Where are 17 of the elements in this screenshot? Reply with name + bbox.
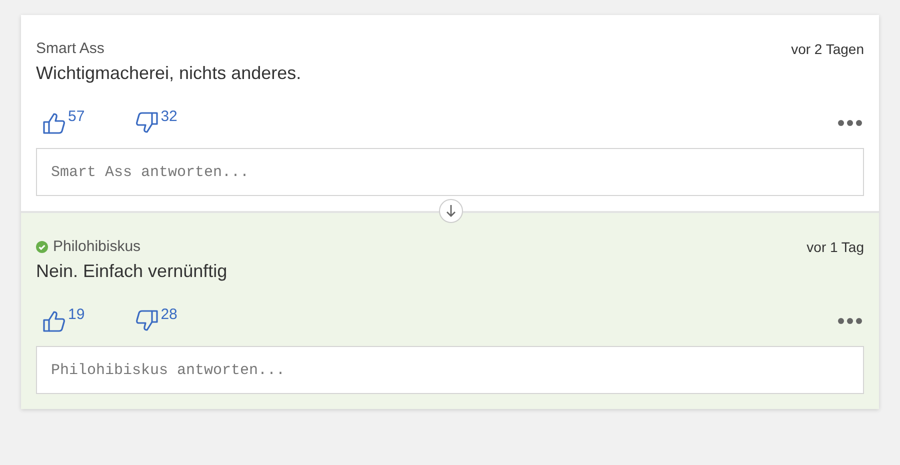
comment-author: Smart Ass (36, 40, 104, 57)
thumbs-up-icon (42, 309, 66, 333)
comment-time: vor 2 Tagen (791, 40, 864, 56)
reply-field[interactable]: Philohibiskus antworten... (36, 346, 864, 394)
comment-text: Wichtigmacherei, nichts anderes. (36, 63, 302, 84)
like-button[interactable]: 19 (36, 309, 85, 333)
comment-time: vor 1 Tag (806, 238, 864, 254)
thumbs-down-icon (134, 111, 159, 135)
thumbs-up-icon (42, 111, 66, 135)
arrow-down-icon (445, 204, 457, 218)
dislike-button[interactable]: 28 (128, 309, 178, 333)
comment-text: Nein. Einfach vernünftig (36, 261, 228, 282)
thumbs-down-icon (134, 309, 159, 333)
comment-author: Philohibiskus (53, 238, 141, 255)
like-button[interactable]: 57 (36, 111, 85, 135)
dislike-button[interactable]: 32 (128, 111, 178, 135)
reply-field[interactable]: Smart Ass antworten... (36, 148, 864, 196)
